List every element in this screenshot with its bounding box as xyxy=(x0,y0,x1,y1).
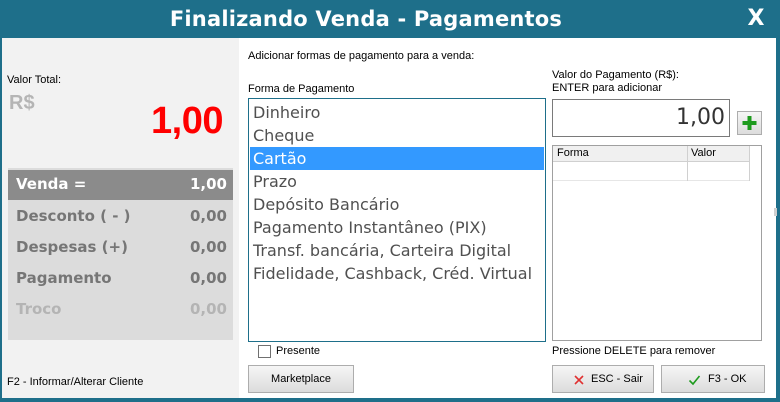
presente-label: Presente xyxy=(276,345,321,357)
delete-hint: Pressione DELETE para remover xyxy=(552,345,716,357)
summary-label: Troco xyxy=(16,300,62,318)
summary-value: 0,00 xyxy=(189,238,227,256)
client-shortcut-hint: F2 - Informar/Alterar Cliente xyxy=(7,376,144,388)
enter-hint-label: ENTER para adicionar xyxy=(552,82,663,94)
grid-column-divider xyxy=(749,146,750,181)
summary-value: 1,00 xyxy=(189,175,227,193)
payment-value-label: Valor do Pagamento (R$): xyxy=(552,69,679,81)
grid-column-forma: Forma xyxy=(557,147,589,159)
valor-total-label: Valor Total: xyxy=(7,74,62,86)
totals-panel: Valor Total: R$ 1,00 Venda = 1,00 Descon… xyxy=(2,38,239,398)
grid-column-divider xyxy=(687,146,688,181)
total-value: 1,00 xyxy=(151,100,223,142)
payment-method-label: Forma de Pagamento xyxy=(248,83,355,95)
grid-row xyxy=(553,163,749,181)
window-content: Valor Total: R$ 1,00 Venda = 1,00 Descon… xyxy=(2,38,777,398)
payment-window: Finalizando Venda - Pagamentos X Valor T… xyxy=(0,0,780,402)
esc-cancel-label: ESC - Sair xyxy=(591,373,643,385)
payment-method-item[interactable]: Depósito Bancário xyxy=(250,193,544,216)
f3-ok-label: F3 - OK xyxy=(708,373,747,385)
summary-value: 0,00 xyxy=(189,269,227,287)
close-icon xyxy=(574,375,584,385)
summary-label: Pagamento xyxy=(16,269,112,287)
sale-summary: Venda = 1,00 Desconto ( - ) 0,00 Despesa… xyxy=(8,168,233,340)
payment-method-item[interactable]: Pagamento Instantâneo (PIX) xyxy=(250,216,544,239)
esc-cancel-button[interactable]: ESC - Sair xyxy=(552,365,654,393)
payment-method-item[interactable]: Cheque xyxy=(250,124,544,147)
payment-method-item-selected[interactable]: Cartão xyxy=(250,147,544,170)
summary-label: Despesas (+) xyxy=(16,238,128,256)
payment-value-input[interactable]: 1,00 xyxy=(552,99,730,137)
summary-row-pagamento: Pagamento 0,00 xyxy=(8,264,233,294)
title-bar: Finalizando Venda - Pagamentos X xyxy=(0,0,780,38)
payment-method-item[interactable]: Prazo xyxy=(250,170,544,193)
payment-header: Adicionar formas de pagamento para a ven… xyxy=(248,50,475,62)
payment-method-list[interactable]: Dinheiro Cheque Cartão Prazo Depósito Ba… xyxy=(248,98,546,342)
scroll-marker xyxy=(774,208,777,216)
f3-ok-button[interactable]: F3 - OK xyxy=(661,365,765,393)
marketplace-button[interactable]: Marketplace xyxy=(248,365,354,393)
payment-method-item[interactable]: Fidelidade, Cashback, Créd. Virtual xyxy=(250,262,544,285)
summary-row-venda: Venda = 1,00 xyxy=(8,170,233,200)
check-icon xyxy=(688,375,701,386)
summary-row-desconto: Desconto ( - ) 0,00 xyxy=(8,202,233,232)
summary-value: 0,00 xyxy=(189,300,227,318)
summary-row-despesas: Despesas (+) 0,00 xyxy=(8,233,233,263)
payment-value-text: 1,00 xyxy=(676,105,725,130)
currency-symbol: R$ xyxy=(9,92,35,114)
add-payment-button[interactable] xyxy=(737,111,762,135)
payment-method-item[interactable]: Transf. bancária, Carteira Digital xyxy=(250,239,544,262)
summary-label: Desconto ( - ) xyxy=(16,207,131,225)
grid-header: Forma Valor xyxy=(553,146,749,162)
payments-grid[interactable]: Forma Valor xyxy=(552,145,762,341)
summary-value: 0,00 xyxy=(189,207,227,225)
summary-label: Venda = xyxy=(16,175,87,193)
plus-icon xyxy=(742,116,757,130)
presente-checkbox[interactable] xyxy=(258,345,271,358)
payment-method-item[interactable]: Dinheiro xyxy=(250,101,544,124)
grid-column-valor: Valor xyxy=(691,147,716,159)
close-button[interactable]: X xyxy=(732,0,780,38)
summary-row-troco: Troco 0,00 xyxy=(8,295,233,325)
window-title: Finalizando Venda - Pagamentos xyxy=(169,7,563,31)
